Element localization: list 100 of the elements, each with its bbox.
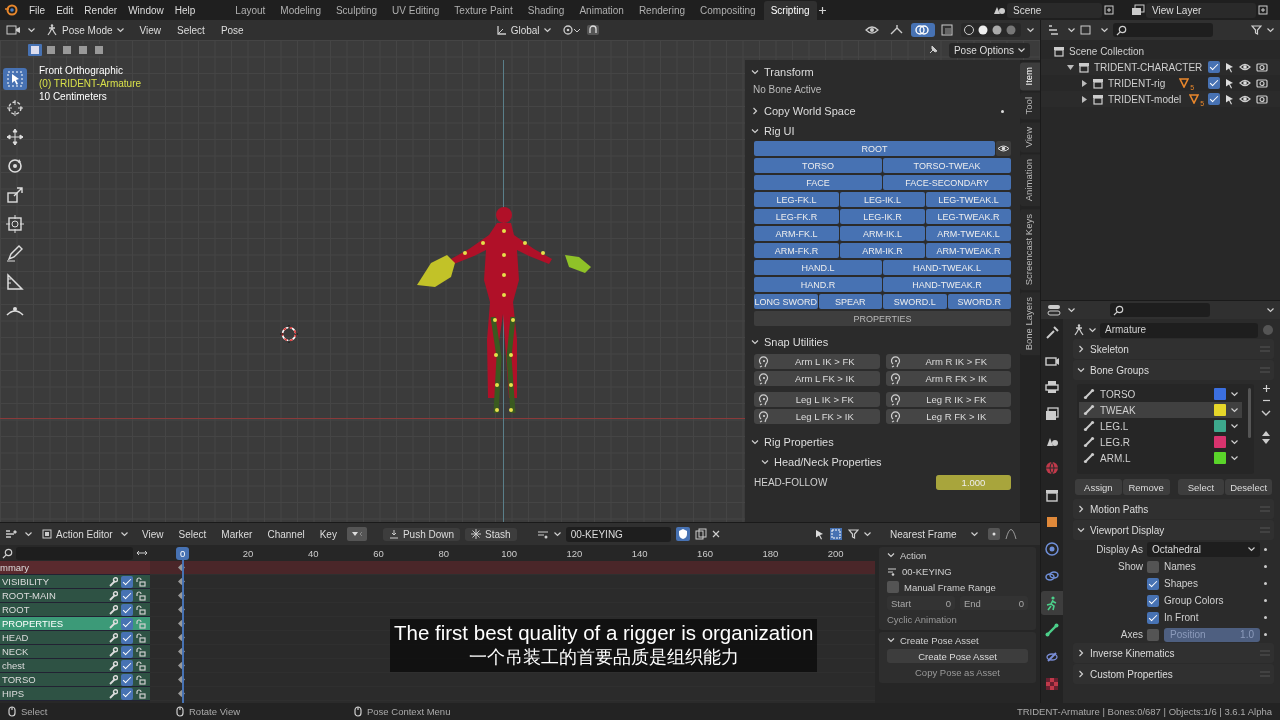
tool-button[interactable] xyxy=(3,68,27,90)
action-field[interactable]: 00-KEYING xyxy=(565,526,671,542)
menu-item[interactable]: Render xyxy=(79,2,123,18)
checkbox[interactable] xyxy=(1147,560,1159,573)
layer-toggle-button[interactable]: HAND.L xyxy=(754,260,882,275)
checkbox[interactable] xyxy=(121,589,133,602)
checkbox[interactable] xyxy=(121,659,133,672)
snap-button[interactable]: Leg R FK > IK xyxy=(885,409,1011,424)
chevron-icon[interactable] xyxy=(1077,649,1085,657)
menu-item[interactable]: View xyxy=(137,526,169,542)
checkbox[interactable] xyxy=(1208,93,1221,105)
panel-title[interactable]: Copy World Space xyxy=(764,105,856,117)
panel-title[interactable]: Transform xyxy=(764,66,814,78)
channel-row[interactable]: ROOT-MAIN xyxy=(0,589,150,603)
copy-icon[interactable] xyxy=(694,528,707,540)
checkbox[interactable] xyxy=(1147,577,1159,590)
xray-icon[interactable] xyxy=(941,24,955,36)
channel-row[interactable]: TORSO xyxy=(0,673,150,687)
tree-item[interactable]: Scene Collection xyxy=(1069,45,1145,57)
frame-number[interactable]: 180 xyxy=(758,546,783,560)
frame-number[interactable]: 80 xyxy=(434,546,454,560)
frame-number[interactable]: 120 xyxy=(562,546,587,560)
snap-button[interactable]: Leg L FK > IK xyxy=(754,409,880,424)
sidebar-tab[interactable]: Bone Layers xyxy=(1020,291,1040,356)
layer-toggle-button[interactable]: FACE-SECONDARY xyxy=(883,175,1011,190)
layer-toggle-button[interactable]: LEG-TWEAK.R xyxy=(926,209,1011,224)
snap-button[interactable]: Arm R FK > IK xyxy=(885,371,1011,386)
editor-type-icon[interactable] xyxy=(4,528,20,540)
frame-number[interactable]: 100 xyxy=(497,546,522,560)
layer-toggle-button[interactable]: TORSO xyxy=(754,158,882,173)
checkbox[interactable] xyxy=(1147,611,1159,624)
channel-row[interactable]: VISIBILITY xyxy=(0,575,150,589)
stash-button[interactable]: Stash xyxy=(465,527,517,541)
list-item[interactable]: LEG.L xyxy=(1079,418,1242,434)
snapping-dropdown[interactable]: Nearest Frame xyxy=(885,526,983,542)
panel-title[interactable]: Snap Utilities xyxy=(764,336,829,348)
panel-title[interactable]: Create Pose Asset xyxy=(900,634,979,646)
panel-title[interactable]: Bone Groups xyxy=(1090,364,1149,376)
workspace-tab[interactable]: Texture Paint xyxy=(447,0,520,20)
frame-number[interactable]: 160 xyxy=(693,546,717,560)
layer-toggle-button[interactable]: ARM-TWEAK.R xyxy=(926,243,1011,258)
snap-button[interactable]: Arm L FK > IK xyxy=(754,371,880,386)
menu-item[interactable]: Marker xyxy=(216,526,258,542)
channel-row[interactable]: NECK xyxy=(0,645,150,659)
action-button[interactable]: Select xyxy=(1177,479,1225,495)
chevron-icon[interactable] xyxy=(761,458,769,466)
tree-item[interactable]: TRIDENT-rig xyxy=(1108,77,1166,89)
move-up-icon[interactable] xyxy=(1262,430,1270,436)
layer-toggle-button[interactable]: SPEAR xyxy=(818,294,882,309)
menu-item[interactable]: Pose xyxy=(215,22,249,38)
mode-dropdown[interactable]: Pose Mode xyxy=(41,22,129,38)
select-box-icon[interactable] xyxy=(829,527,843,541)
select-subtract-icon[interactable] xyxy=(60,44,74,56)
gizmo-icon[interactable] xyxy=(889,24,905,36)
disclosure-triangle-icon[interactable] xyxy=(1081,95,1088,103)
push-down-button[interactable]: Push Down xyxy=(382,527,461,541)
menu-item[interactable]: Window xyxy=(123,2,169,18)
checkbox[interactable] xyxy=(1147,594,1159,607)
panel-title[interactable]: Rig UI xyxy=(764,125,795,137)
layer-toggle-button[interactable]: LEG-IK.R xyxy=(840,209,925,224)
blender-logo-icon[interactable] xyxy=(4,4,18,16)
layer-toggle-button[interactable]: LEG-TWEAK.L xyxy=(926,192,1011,207)
snap-button[interactable]: Arm R IK > FK xyxy=(885,354,1011,369)
layer-toggle-button[interactable]: SWORD.L xyxy=(883,294,947,309)
channel-row[interactable]: HEAD xyxy=(0,631,150,645)
select-difference-icon[interactable] xyxy=(76,44,90,56)
workspace-tab[interactable]: UV Editing xyxy=(385,0,447,20)
chevron-icon[interactable] xyxy=(751,127,759,135)
snap-button[interactable]: Leg R IK > FK xyxy=(885,392,1011,407)
editor-type-icon[interactable] xyxy=(1047,304,1063,316)
menu-item[interactable]: Edit xyxy=(51,2,79,18)
chevron-icon[interactable] xyxy=(751,68,759,76)
chevron-icon[interactable] xyxy=(887,551,895,559)
tree-item[interactable]: TRIDENT-model xyxy=(1108,93,1182,105)
layer-toggle-button[interactable]: FACE xyxy=(754,175,882,190)
layer-toggle-button[interactable]: ARM-TWEAK.L xyxy=(926,226,1011,241)
menu-item[interactable]: Help xyxy=(169,2,201,18)
workspace-tab[interactable]: Modeling xyxy=(273,0,328,20)
workspace-tab[interactable]: Compositing xyxy=(693,0,763,20)
filter-dropdown-icon[interactable] xyxy=(346,527,367,541)
checkbox[interactable] xyxy=(121,645,133,658)
subpanel-title[interactable]: Head/Neck Properties xyxy=(774,456,882,468)
checkbox[interactable] xyxy=(121,575,133,588)
panel-title[interactable]: Rig Properties xyxy=(764,436,834,448)
search-field[interactable] xyxy=(1113,23,1213,37)
tree-item[interactable]: TRIDENT-CHARACTER xyxy=(1094,61,1203,73)
eye-icon[interactable] xyxy=(996,141,1011,156)
checkbox[interactable] xyxy=(1147,628,1159,641)
mode-dropdown[interactable]: Action Editor xyxy=(37,526,132,542)
action-button[interactable]: Deselect xyxy=(1225,479,1272,495)
select-extend-icon[interactable] xyxy=(44,44,58,56)
checkbox[interactable] xyxy=(887,581,899,593)
sidebar-tab[interactable]: View xyxy=(1020,121,1040,153)
chevron-icon[interactable] xyxy=(1077,345,1085,353)
chevron-icon[interactable] xyxy=(1077,366,1085,374)
sidebar-tab[interactable]: Screencast Keys xyxy=(1020,208,1040,290)
menu-caret-icon[interactable] xyxy=(1261,408,1271,418)
proportional-icon[interactable] xyxy=(988,528,1000,540)
frame-number[interactable]: 140 xyxy=(627,546,652,560)
menu-item[interactable]: Key xyxy=(314,526,342,542)
